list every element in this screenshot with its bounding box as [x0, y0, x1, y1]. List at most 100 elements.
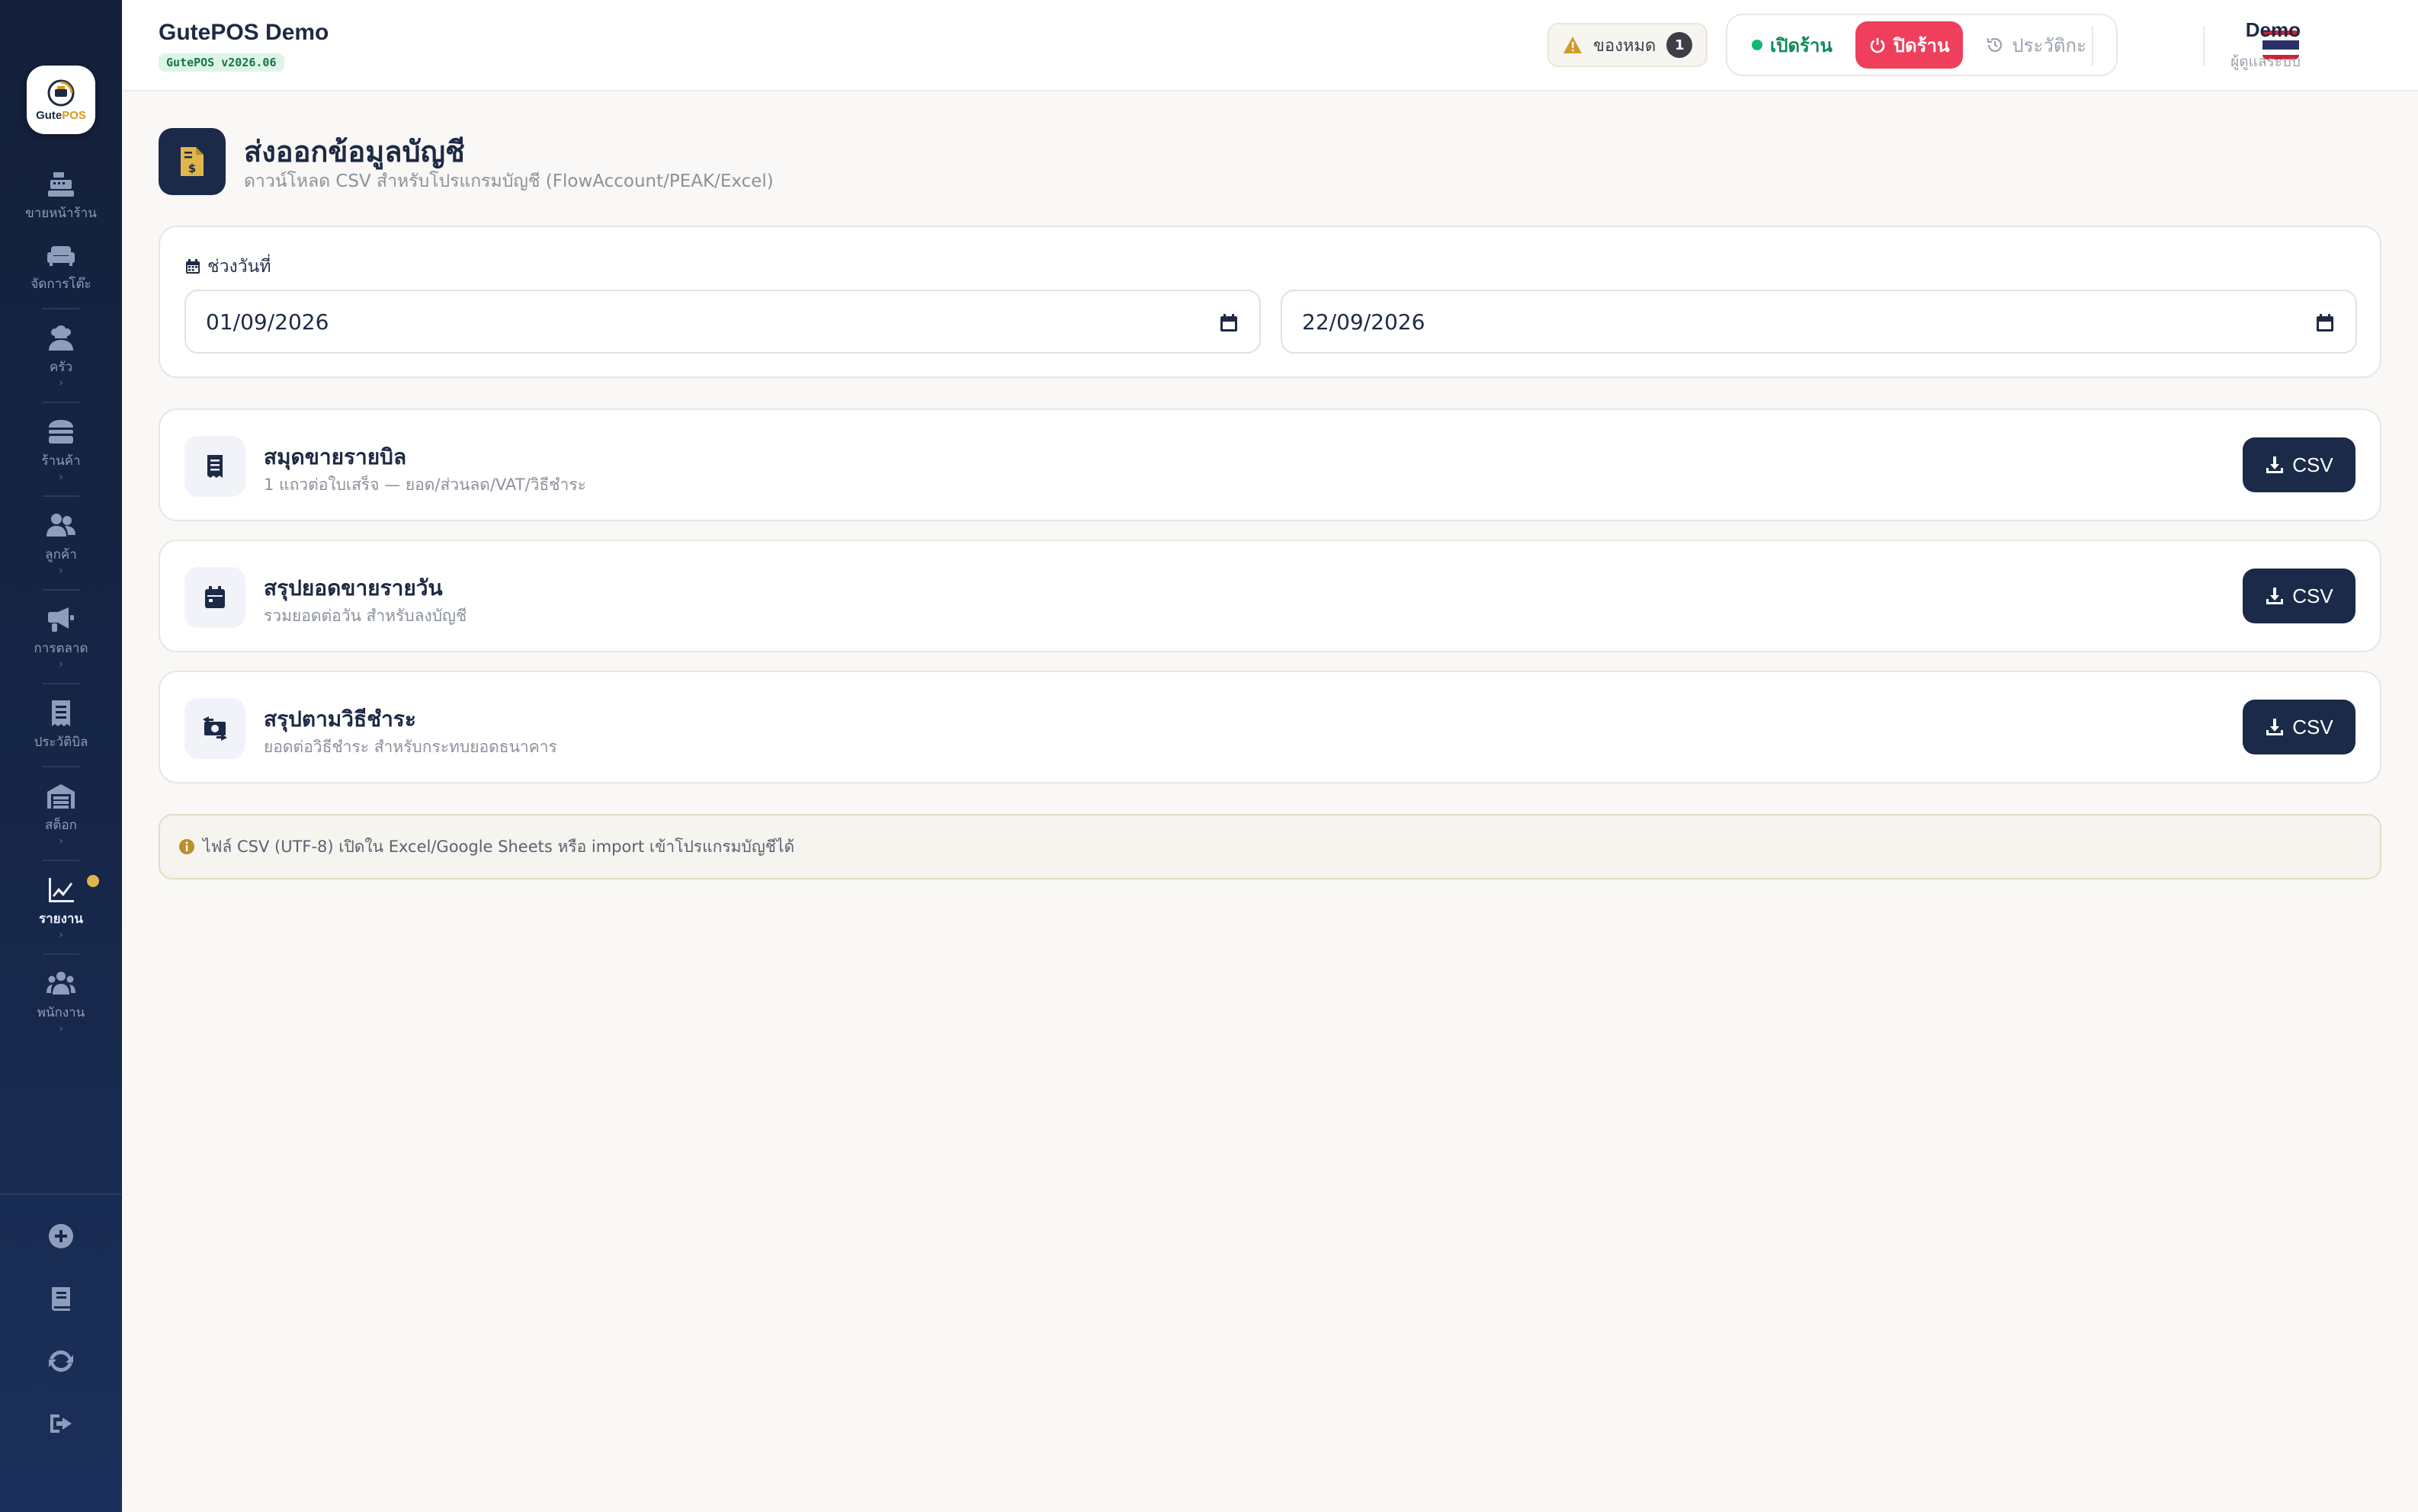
sidebar-item-label: ร้านค้า: [41, 453, 81, 469]
power-icon: [1870, 38, 1885, 53]
sidebar-item-marketing[interactable]: การตลาด ›: [0, 604, 122, 671]
shift-controls: เปิดร้าน ปิดร้าน ประวัติกะ: [1726, 14, 2118, 76]
version-badge: GutePOS v2026.06: [159, 53, 284, 72]
page-subtitle: ดาวน์โหลด CSV สำหรับโปรแกรมบัญชี (FlowAc…: [244, 171, 774, 191]
export-card-icon: [184, 567, 245, 628]
export-card-icon: [184, 436, 245, 497]
book-icon[interactable]: [47, 1285, 75, 1312]
date-range-label: ช่วงวันที่: [184, 253, 271, 280]
sidebar-item-staff[interactable]: พนักงาน ›: [0, 969, 122, 1035]
start-date-value: 01/09/2026: [206, 309, 329, 335]
nav-divider: [43, 308, 79, 309]
calendar-picker-icon[interactable]: [2314, 312, 2336, 334]
sidebar-item-kitchen[interactable]: ครัว ›: [0, 323, 122, 389]
info-circle-icon: [179, 839, 194, 854]
out-of-stock-count-badge: 1: [1666, 32, 1693, 58]
status-dot-icon: [1752, 40, 1762, 50]
nav-divider: [43, 402, 79, 403]
sidebar-item-label: สต็อก: [45, 818, 77, 833]
export-title: สรุปตามวิธีชำระ: [264, 707, 416, 731]
chevron-right-icon: ›: [59, 658, 63, 671]
main-nav: ขายหน้าร้าน จัดการโต๊ะ ครัว › ร้านค้า › …: [0, 169, 122, 1035]
nav-divider: [43, 953, 79, 955]
file-invoice-dollar-icon: $: [181, 147, 204, 176]
sidebar-item-stock[interactable]: สต็อก ›: [0, 781, 122, 847]
nav-divider: [43, 495, 79, 497]
chevron-right-icon: ›: [59, 565, 63, 577]
export-description: รวมยอดต่อวัน สำหรับลงบัญชี: [264, 607, 467, 625]
date-range-label-text: ช่วงวันที่: [207, 257, 271, 277]
download-csv-button[interactable]: CSV: [2243, 437, 2355, 492]
export-card-sales-ledger: สมุดขายรายบิล 1 แถวต่อใบเสร็จ — ยอด/ส่วน…: [159, 408, 2381, 521]
nav-divider: [43, 589, 79, 591]
sidebar-item-store[interactable]: ร้านค้า ›: [0, 417, 122, 482]
logo-text: GutePOS: [36, 108, 86, 122]
open-shop-button[interactable]: เปิดร้าน: [1738, 21, 1846, 69]
end-date-value: 22/09/2026: [1302, 309, 1425, 335]
calendar-icon: [205, 586, 225, 608]
sidebar: GutePOS ขายหน้าร้าน จัดการโต๊ะ ครัว › ร้…: [0, 0, 122, 1512]
couch-icon: [47, 246, 75, 266]
app-title: GutePOS Demo: [159, 20, 329, 45]
sidebar-item-label: จัดการโต๊ะ: [30, 277, 91, 292]
start-date-input[interactable]: 01/09/2026: [184, 290, 1261, 354]
info-note-text: ไฟล์ CSV (UTF-8) เปิดใน Excel/Google She…: [203, 837, 795, 856]
chef-icon: [49, 325, 73, 351]
close-shop-button[interactable]: ปิดร้าน: [1855, 21, 1964, 69]
logout-icon[interactable]: [47, 1410, 75, 1437]
shift-history-button[interactable]: ประวัติกะ: [1972, 21, 2100, 69]
export-description: 1 แถวต่อใบเสร็จ — ยอด/ส่วนลด/VAT/วิธีชำร…: [264, 476, 586, 494]
sidebar-item-customers[interactable]: ลูกค้า ›: [0, 511, 122, 577]
chevron-right-icon: ›: [59, 1023, 63, 1035]
sidebar-item-label: รายงาน: [38, 911, 84, 927]
sync-icon[interactable]: [47, 1347, 75, 1375]
download-csv-button[interactable]: CSV: [2243, 700, 2355, 754]
warning-icon: [1563, 37, 1582, 53]
notification-dot: [87, 875, 99, 887]
nav-divider: [43, 766, 79, 767]
sidebar-item-label: ขายหน้าร้าน: [25, 206, 97, 221]
sidebar-item-tables[interactable]: จัดการโต๊ะ: [0, 240, 122, 294]
chevron-right-icon: ›: [59, 929, 63, 941]
chart-line-icon: [49, 878, 74, 902]
date-range-card: ช่วงวันที่ 01/09/2026 22/09/2026: [159, 226, 2381, 378]
sidebar-item-label: การตลาด: [34, 641, 88, 656]
calendar-picker-icon[interactable]: [1218, 312, 1239, 334]
export-card-payment-summary: สรุปตามวิธีชำระ ยอดต่อวิธีชำระ สำหรับกระ…: [159, 671, 2381, 783]
download-csv-label: CSV: [2292, 453, 2333, 476]
sidebar-item-reports[interactable]: รายงาน ›: [0, 875, 122, 940]
sidebar-item-label: ประวัติบิล: [34, 735, 88, 750]
app-logo[interactable]: GutePOS: [27, 66, 95, 134]
sidebar-item-bill-history[interactable]: ประวัติบิล: [0, 698, 122, 752]
download-csv-button[interactable]: CSV: [2243, 569, 2355, 623]
plus-circle-icon[interactable]: [47, 1222, 75, 1250]
sidebar-bottom-actions: [0, 1193, 122, 1437]
users-icon: [46, 514, 75, 537]
staff-icon: [46, 972, 75, 995]
download-csv-label: CSV: [2292, 584, 2333, 607]
download-icon: [2266, 719, 2284, 735]
user-name: Demo: [2245, 18, 2301, 41]
megaphone-icon: [48, 607, 74, 632]
top-bar: GutePOS Demo GutePOS v2026.06 ของหมด 1 เ…: [122, 0, 2418, 91]
cash-register-icon: [48, 172, 74, 197]
user-role: ผู้ดูแลระบบ: [2230, 53, 2301, 70]
chevron-right-icon: ›: [59, 377, 63, 389]
chevron-right-icon: ›: [59, 471, 63, 483]
export-title: สมุดขายรายบิล: [264, 445, 407, 469]
sidebar-item-pos[interactable]: ขายหน้าร้าน: [0, 169, 122, 223]
topbar-divider: [2092, 26, 2093, 66]
out-of-stock-alert-button[interactable]: ของหมด 1: [1547, 23, 1708, 67]
money-exchange-icon: [203, 716, 227, 741]
download-csv-label: CSV: [2292, 715, 2333, 738]
store-icon: [49, 420, 73, 444]
shift-history-label: ประวัติกะ: [2012, 34, 2086, 56]
out-of-stock-label: ของหมด: [1593, 36, 1656, 56]
export-title: สรุปยอดขายรายวัน: [264, 576, 443, 600]
download-icon: [2266, 456, 2284, 473]
end-date-input[interactable]: 22/09/2026: [1281, 290, 2357, 354]
close-shop-label: ปิดร้าน: [1893, 34, 1950, 56]
topbar-divider: [2203, 26, 2205, 66]
export-description: ยอดต่อวิธีชำระ สำหรับกระทบยอดธนาคาร: [264, 738, 557, 756]
nav-divider: [43, 683, 79, 684]
